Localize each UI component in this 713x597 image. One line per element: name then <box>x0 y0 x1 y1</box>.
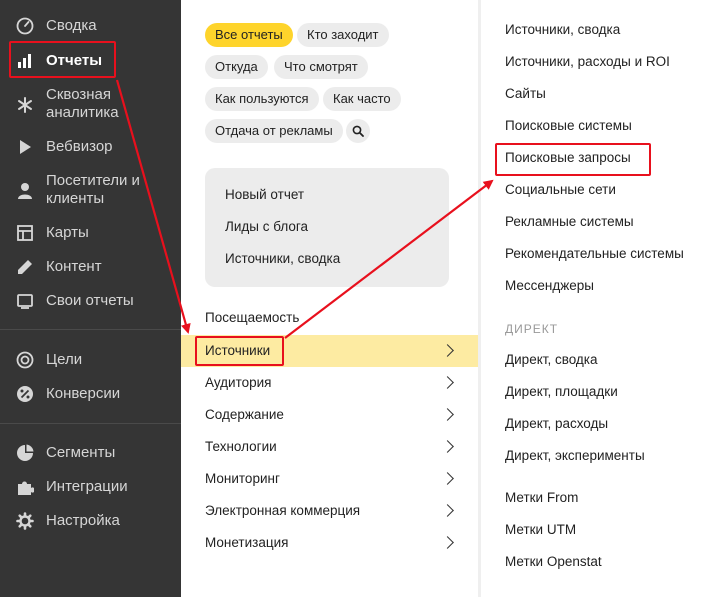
sources-submenu: Источники, сводка Источники, расходы и R… <box>481 0 713 597</box>
menu-item-label: Мониторинг <box>205 471 280 486</box>
annotation-highlight-sources <box>195 336 284 366</box>
submenu-item[interactable]: Метки From <box>505 490 578 505</box>
menu-item-label: Содержание <box>205 407 284 422</box>
sidebar-item-label: Сквозная аналитика <box>46 86 119 121</box>
target-icon <box>16 351 34 369</box>
chevron-right-icon <box>441 408 454 421</box>
menu-item-label: Посещаемость <box>205 310 300 325</box>
chip-how-they-use[interactable]: Как пользуются <box>205 87 319 111</box>
sidebar-item-label: Настройка <box>46 512 120 529</box>
sidebar-item-label: Посетители и клиенты <box>46 172 140 207</box>
chip-what-they-view[interactable]: Что смотрят <box>274 55 368 79</box>
submenu-item[interactable]: Источники, расходы и ROI <box>505 54 670 69</box>
chip-where-from[interactable]: Откуда <box>205 55 268 79</box>
submenu-item[interactable]: Метки Openstat <box>505 554 602 569</box>
percent-icon <box>16 385 34 403</box>
favorite-report-item[interactable]: Лиды с блога <box>225 219 308 234</box>
chevron-right-icon <box>441 472 454 485</box>
gauge-icon <box>16 17 34 35</box>
sidebar-item-label: Сегменты <box>46 444 116 461</box>
search-icon <box>352 125 364 137</box>
submenu-item[interactable]: Директ, эксперименты <box>505 448 645 463</box>
map-grid-icon <box>16 224 34 242</box>
chip-all-reports[interactable]: Все отчеты <box>205 23 293 47</box>
menu-item-label: Электронная коммерция <box>205 503 361 518</box>
sidebar-item-label: Конверсии <box>46 385 121 402</box>
submenu-item[interactable]: Рекламные системы <box>505 214 634 229</box>
menu-item-label: Монетизация <box>205 535 289 550</box>
chevron-right-icon <box>441 536 454 549</box>
direct-section-heading: ДИРЕКТ <box>505 322 559 336</box>
chevron-right-icon <box>441 504 454 517</box>
gear-icon <box>16 512 34 530</box>
monitor-icon <box>16 292 34 310</box>
menu-item-technologies[interactable]: Технологии <box>181 431 478 463</box>
menu-item-ecommerce[interactable]: Электронная коммерция <box>181 495 478 527</box>
menu-item-audience[interactable]: Аудитория <box>181 367 478 399</box>
favorite-report-item[interactable]: Источники, сводка <box>225 251 340 266</box>
chevron-right-icon <box>441 440 454 453</box>
menu-item-monitoring[interactable]: Мониторинг <box>181 463 478 495</box>
sidebar-item-label: Интеграции <box>46 478 128 495</box>
sidebar: Сводка Отчеты Сквозная аналитика Вебвизо… <box>0 0 181 597</box>
submenu-item[interactable]: Директ, расходы <box>505 416 608 431</box>
sidebar-item-label: Вебвизор <box>46 138 113 155</box>
favorite-report-item[interactable]: Новый отчет <box>225 187 304 202</box>
search-button[interactable] <box>346 119 370 143</box>
menu-item-monetization[interactable]: Монетизация <box>181 527 478 559</box>
menu-item-label: Технологии <box>205 439 277 454</box>
sidebar-item-label: Контент <box>46 258 102 275</box>
chip-who-visits[interactable]: Кто заходит <box>297 23 389 47</box>
menu-item-traffic[interactable]: Посещаемость <box>181 302 478 334</box>
chevron-right-icon <box>441 376 454 389</box>
pencil-icon <box>16 258 34 276</box>
chip-ad-return[interactable]: Отдача от рекламы <box>205 119 343 143</box>
pie-icon <box>16 444 34 462</box>
annotation-highlight-search-queries <box>495 143 651 176</box>
sidebar-item-label: Сводка <box>46 17 97 34</box>
menu-item-content[interactable]: Содержание <box>181 399 478 431</box>
sidebar-item-label: Карты <box>46 224 89 241</box>
play-icon <box>16 138 34 156</box>
person-icon <box>16 182 34 200</box>
sidebar-item-label: Цели <box>46 351 83 368</box>
chip-how-often[interactable]: Как часто <box>323 87 401 111</box>
submenu-item[interactable]: Мессенджеры <box>505 278 594 293</box>
sidebar-divider <box>0 329 181 330</box>
asterisk-icon <box>16 96 34 114</box>
menu-item-label: Аудитория <box>205 375 272 390</box>
submenu-item[interactable]: Социальные сети <box>505 182 616 197</box>
submenu-item[interactable]: Директ, сводка <box>505 352 598 367</box>
chevron-right-icon <box>441 344 454 357</box>
submenu-item[interactable]: Источники, сводка <box>505 22 620 37</box>
annotation-highlight-reports <box>9 41 116 78</box>
favorites-card: Новый отчет Лиды с блога Источники, свод… <box>205 168 449 287</box>
puzzle-icon <box>16 478 34 496</box>
submenu-item[interactable]: Метки UTM <box>505 522 576 537</box>
submenu-item[interactable]: Поисковые системы <box>505 118 632 133</box>
sidebar-divider <box>0 423 181 424</box>
submenu-item[interactable]: Сайты <box>505 86 546 101</box>
sidebar-item-label: Свои отчеты <box>46 292 134 309</box>
reports-panel: Все отчеты Кто заходит Откуда Что смотря… <box>181 0 478 597</box>
submenu-item[interactable]: Директ, площадки <box>505 384 618 399</box>
submenu-item[interactable]: Рекомендательные системы <box>505 246 684 261</box>
